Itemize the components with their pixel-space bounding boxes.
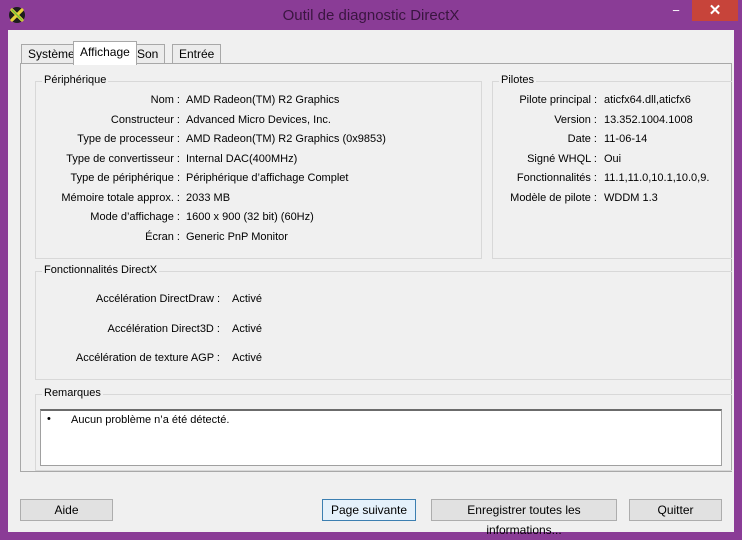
dialog-client: Système Affichage Son Entrée Périphériqu… bbox=[8, 30, 734, 537]
driver-value: Oui bbox=[604, 153, 622, 165]
tab-affichage[interactable]: Affichage bbox=[73, 41, 137, 65]
device-label: Nom : bbox=[150, 94, 180, 106]
bullet-icon: • bbox=[47, 413, 51, 425]
notes-group: Remarques • Aucun problème n’a été détec… bbox=[35, 387, 732, 471]
driver-label: Signé WHQL : bbox=[527, 153, 597, 165]
device-label: Type de convertisseur : bbox=[66, 153, 180, 165]
device-value: AMD Radeon(TM) R2 Graphics (0x9853) bbox=[186, 133, 386, 145]
device-label: Écran : bbox=[145, 231, 180, 243]
device-value: AMD Radeon(TM) R2 Graphics bbox=[186, 94, 340, 106]
driver-value: 11-06-14 bbox=[604, 133, 648, 145]
device-value: Advanced Micro Devices, Inc. bbox=[186, 114, 331, 126]
directx-features-title: Fonctionnalités DirectX bbox=[42, 264, 160, 276]
close-button[interactable]: ✕ bbox=[692, 0, 738, 21]
device-label: Mémoire totale approx. : bbox=[61, 192, 180, 204]
driver-label: Date : bbox=[567, 133, 597, 145]
feature-label: Accélération DirectDraw : bbox=[95, 293, 220, 305]
next-page-button[interactable]: Page suivante bbox=[322, 499, 416, 521]
window-title: Outil de diagnostic DirectX bbox=[282, 7, 460, 24]
notes-group-title: Remarques bbox=[42, 387, 103, 399]
device-label: Type de processeur : bbox=[77, 133, 180, 145]
driver-value: 11.1,11.0,10.1,10.0,9. bbox=[604, 172, 710, 184]
feature-value: Activé bbox=[232, 293, 262, 305]
title-bar[interactable]: Outil de diagnostic DirectX − ✕ bbox=[0, 0, 742, 30]
feature-value: Activé bbox=[232, 352, 262, 364]
driver-value: 13.352.1004.1008 bbox=[604, 114, 693, 126]
feature-label: Accélération Direct3D : bbox=[107, 323, 221, 335]
driver-label: Modèle de pilote : bbox=[510, 192, 597, 204]
device-label: Mode d’affichage : bbox=[90, 211, 180, 223]
help-button[interactable]: Aide bbox=[20, 499, 113, 521]
device-value: 1600 x 900 (32 bit) (60Hz) bbox=[186, 211, 314, 223]
device-value: Generic PnP Monitor bbox=[186, 231, 288, 243]
feature-label: Accélération de texture AGP : bbox=[75, 352, 220, 364]
driver-value: WDDM 1.3 bbox=[604, 192, 658, 204]
device-group-title: Périphérique bbox=[42, 74, 109, 86]
device-value: Périphérique d’affichage Complet bbox=[186, 172, 349, 184]
feature-value: Activé bbox=[232, 323, 262, 335]
directx-features-group: Fonctionnalités DirectX Accélération Dir… bbox=[35, 264, 732, 380]
device-value: 2033 MB bbox=[186, 192, 231, 204]
driver-label: Pilote principal : bbox=[519, 94, 597, 106]
device-label: Type de périphérique : bbox=[70, 172, 180, 184]
quit-button[interactable]: Quitter bbox=[629, 499, 722, 521]
device-value: Internal DAC(400MHz) bbox=[186, 153, 298, 165]
device-group: Périphérique Nom : AMD Radeon(TM) R2 Gra… bbox=[35, 74, 482, 259]
notes-textbox[interactable]: • Aucun problème n’a été détecté. bbox=[40, 409, 722, 466]
minimize-button[interactable]: − bbox=[662, 0, 690, 21]
driver-label: Version : bbox=[554, 114, 597, 126]
drivers-group: Pilotes Pilote principal : aticfx64.dll,… bbox=[492, 74, 732, 259]
note-item: Aucun problème n’a été détecté. bbox=[71, 414, 230, 426]
drivers-group-title: Pilotes bbox=[499, 74, 537, 86]
driver-label: Fonctionnalités : bbox=[516, 172, 597, 184]
tab-entree[interactable]: Entrée bbox=[172, 44, 222, 64]
device-label: Constructeur : bbox=[110, 114, 180, 126]
save-all-info-button[interactable]: Enregistrer toutes les informations... bbox=[431, 499, 617, 537]
driver-value: aticfx64.dll,aticfx6 bbox=[604, 94, 691, 106]
display-tab-panel: Périphérique Nom : AMD Radeon(TM) R2 Gra… bbox=[20, 63, 732, 472]
dxdiag-window: Outil de diagnostic DirectX − ✕ Système … bbox=[0, 0, 742, 540]
